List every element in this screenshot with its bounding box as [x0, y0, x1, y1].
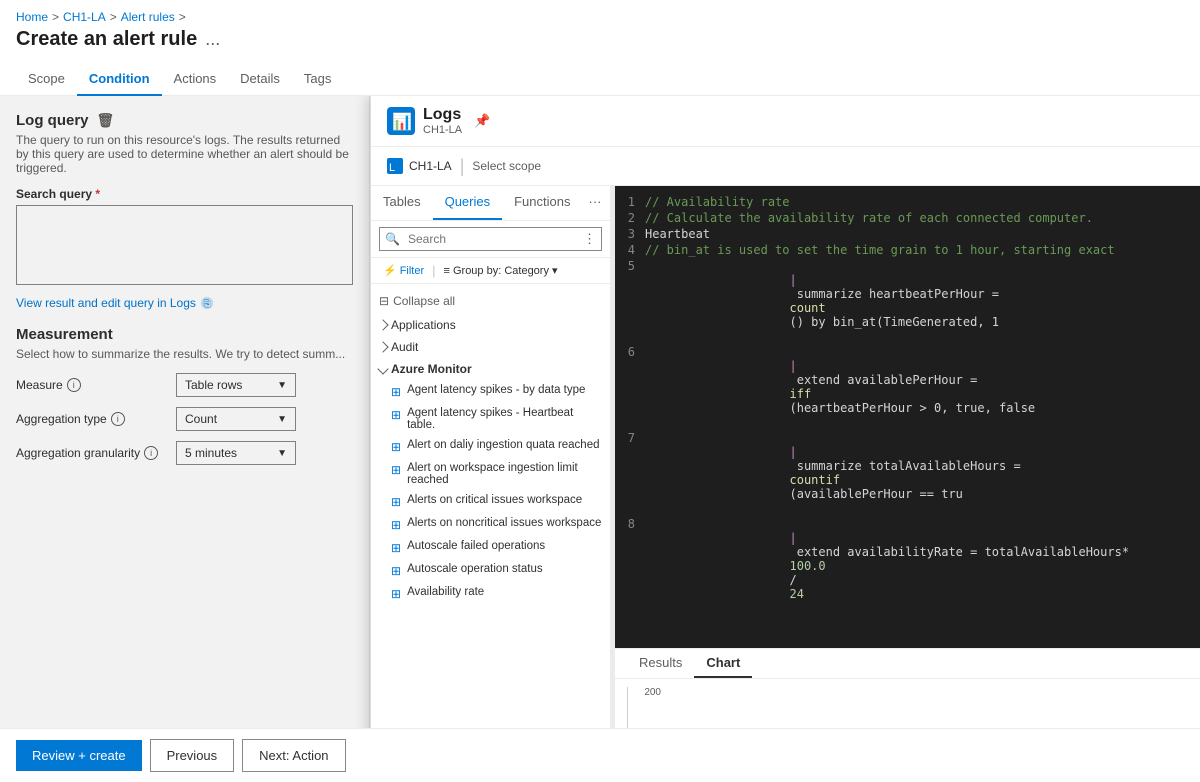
table-icon: ⊞ [391, 587, 401, 601]
group-by-button[interactable]: ≡ Group by: Category ▾ [440, 262, 562, 279]
overlay-panel: 📊 Logs CH1-LA 📌 [0, 96, 1200, 728]
list-item[interactable]: ⊞ Autoscale failed operations [371, 536, 610, 559]
logs-search: 🔍 ⋮ [371, 221, 610, 258]
logs-search-input[interactable] [379, 227, 602, 251]
svg-text:📊: 📊 [392, 112, 412, 131]
list-item[interactable]: ⊞ Availability rate [371, 582, 610, 605]
logs-app-icon: 📊 [387, 107, 415, 135]
svg-text:L: L [389, 162, 395, 174]
logs-title: Logs [423, 106, 462, 124]
table-icon: ⊞ [391, 385, 401, 399]
logs-header: 📊 Logs CH1-LA 📌 [371, 96, 1200, 147]
list-item[interactable]: ⊞ Alerts on noncritical issues workspace [371, 513, 610, 536]
results-tab-results[interactable]: Results [627, 649, 694, 678]
overlay-spacer [0, 96, 370, 728]
group-chevron-icon: ▾ [552, 264, 558, 277]
code-line-8: 8 | extend availabilityRate = totalAvail… [615, 516, 1200, 616]
results-tabs: Results Chart [615, 649, 1200, 679]
tab-functions[interactable]: Functions [502, 186, 582, 220]
group-icon: ≡ [444, 265, 450, 277]
tab-tables[interactable]: Tables [371, 186, 433, 220]
code-line-6: 6 | extend availablePerHour = iff (heart… [615, 344, 1200, 430]
table-icon: ⊞ [391, 564, 401, 578]
logs-toolbar: L CH1-LA | Select scope ▶ Run Time range… [371, 147, 1200, 186]
chevron-down-icon [377, 363, 388, 374]
logs-subtitle: CH1-LA [423, 124, 462, 136]
list-item[interactable]: ⊞ Alert on daliy ingestion quata reached [371, 435, 610, 458]
review-create-button[interactable]: Review + create [16, 740, 142, 771]
search-options-icon[interactable]: ⋮ [583, 231, 596, 247]
breadcrumb: Home > CH1-LA > Alert rules > [0, 0, 1200, 28]
tree-category-azure-monitor[interactable]: Azure Monitor [371, 358, 610, 380]
main-container: Home > CH1-LA > Alert rules > Create an … [0, 0, 1200, 782]
logs-editor[interactable]: 1 // Availability rate 2 // Calculate th… [615, 186, 1200, 648]
table-icon: ⊞ [391, 518, 401, 532]
results-tab-chart[interactable]: Chart [694, 649, 752, 678]
code-line-1: 1 // Availability rate [615, 194, 1200, 210]
tab-condition[interactable]: Condition [77, 63, 162, 96]
search-icon: 🔍 [385, 232, 400, 246]
collapse-all-button[interactable]: ⊟ Collapse all [371, 288, 610, 314]
page-title: Create an alert rule [16, 28, 197, 51]
tree-category-applications[interactable]: Applications [371, 314, 610, 336]
breadcrumb-ch1la[interactable]: CH1-LA [63, 10, 106, 24]
pin-icon[interactable]: 📌 [474, 113, 490, 129]
tab-actions[interactable]: Actions [162, 63, 229, 96]
table-icon: ⊞ [391, 463, 401, 477]
logs-body: Tables Queries Functions ··· » 🔍 ⋮ [371, 186, 1200, 728]
list-item[interactable]: ⊞ Autoscale operation status [371, 559, 610, 582]
table-icon: ⊞ [391, 440, 401, 454]
y-axis-200: 200 [644, 687, 661, 698]
logs-panel-wrapper: 📊 Logs CH1-LA 📌 [370, 96, 1200, 728]
tab-scope[interactable]: Scope [16, 63, 77, 96]
list-item[interactable]: ⊞ Agent latency spikes - Heartbeat table… [371, 403, 610, 435]
table-icon: ⊞ [391, 541, 401, 555]
filter-button[interactable]: ⚡ Filter [379, 262, 428, 279]
results-area: Results Chart 200 [615, 648, 1200, 728]
bars-container [627, 687, 1200, 728]
ellipsis-button[interactable]: ... [205, 29, 220, 50]
logs-right: 1 // Availability rate 2 // Calculate th… [615, 186, 1200, 728]
code-line-2: 2 // Calculate the availability rate of … [615, 210, 1200, 226]
filter-icon: ⚡ [383, 264, 397, 277]
tree-category-audit[interactable]: Audit [371, 336, 610, 358]
tab-queries[interactable]: Queries [433, 186, 503, 220]
logs-title-group: Logs CH1-LA [423, 106, 462, 136]
list-item[interactable]: ⊞ Agent latency spikes - by data type [371, 380, 610, 403]
code-line-3: 3 Heartbeat [615, 226, 1200, 242]
table-icon: ⊞ [391, 495, 401, 509]
tabs-row: Scope Condition Actions Details Tags [0, 63, 1200, 96]
editor-more-options[interactable]: ··· [615, 616, 1200, 640]
logs-filter-row: ⚡ Filter | ≡ Group by: Category ▾ [371, 258, 610, 284]
code-line-4: 4 // bin_at is used to set the time grai… [615, 242, 1200, 258]
next-button[interactable]: Next: Action [242, 739, 345, 772]
chevron-right-icon [377, 341, 388, 352]
list-item[interactable]: ⊞ Alerts on critical issues workspace [371, 490, 610, 513]
more-tabs-button[interactable]: ··· [582, 186, 607, 220]
content-area: Log query 🗑 The query to run on this res… [0, 96, 1200, 728]
chevron-right-icon [377, 319, 388, 330]
code-line-7: 7 | summarize totalAvailableHours = coun… [615, 430, 1200, 516]
code-line-5: 5 | summarize heartbeatPerHour = count (… [615, 258, 1200, 344]
logs-tree: ⊟ Collapse all Applications [371, 284, 610, 728]
bottom-bar: Review + create Previous Next: Action [0, 728, 1200, 782]
y-axis: 200 100 0 [627, 687, 665, 728]
tab-details[interactable]: Details [228, 63, 292, 96]
page-title-row: Create an alert rule ... [0, 28, 1200, 63]
tab-tags[interactable]: Tags [292, 63, 343, 96]
list-item[interactable]: ⊞ Alert on workspace ingestion limit rea… [371, 458, 610, 490]
table-icon: ⊞ [391, 408, 401, 422]
breadcrumb-alert-rules[interactable]: Alert rules [121, 10, 175, 24]
workspace-icon: L [387, 158, 403, 174]
logs-sidebar: Tables Queries Functions ··· » 🔍 ⋮ [371, 186, 611, 728]
select-scope-label[interactable]: Select scope [472, 159, 541, 173]
previous-button[interactable]: Previous [150, 739, 235, 772]
breadcrumb-home[interactable]: Home [16, 10, 48, 24]
chart-area: 200 100 0 totalAvailableHours [615, 679, 1200, 728]
logs-panel: 📊 Logs CH1-LA 📌 [370, 96, 1200, 728]
collapse-icon: ⊟ [379, 294, 389, 308]
workspace-badge: L CH1-LA [387, 158, 452, 174]
chart-container: 200 100 0 totalAvailableHours [627, 687, 1200, 728]
logs-sidebar-tabs: Tables Queries Functions ··· » [371, 186, 610, 221]
